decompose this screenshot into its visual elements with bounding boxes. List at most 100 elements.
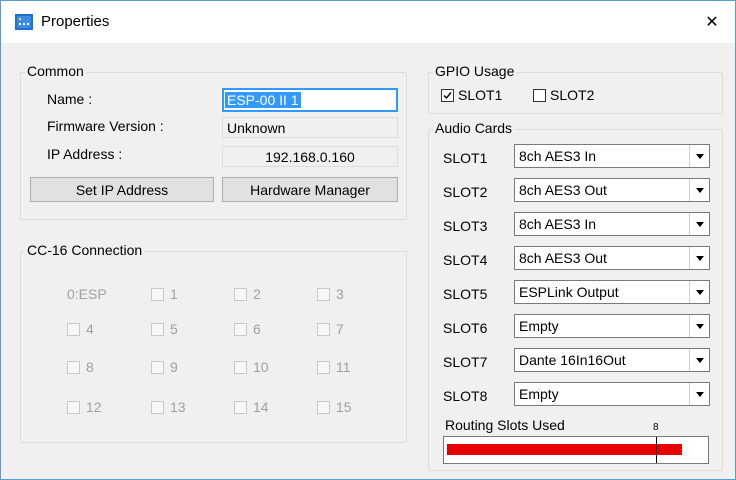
routing-slots-marker bbox=[656, 437, 657, 463]
cc16-checkbox-9[interactable]: 9 bbox=[151, 359, 178, 375]
routing-marker-label: 8 bbox=[653, 422, 659, 433]
slot4-select[interactable]: 8ch AES3 Out bbox=[514, 246, 710, 270]
gpio-slot2-checkbox[interactable]: SLOT2 bbox=[533, 87, 594, 103]
slot5-select[interactable]: ESPLink Output bbox=[514, 280, 710, 304]
firmware-label: Firmware Version : bbox=[47, 118, 164, 134]
checkbox-box bbox=[67, 400, 80, 414]
cc16-checkbox-15[interactable]: 15 bbox=[317, 399, 352, 415]
checkbox-box bbox=[67, 322, 80, 336]
chevron-down-icon[interactable] bbox=[689, 145, 709, 167]
checkbox-box bbox=[317, 400, 330, 414]
ip-value: 192.168.0.160 bbox=[265, 148, 355, 165]
name-input[interactable]: ESP-00 II 1 bbox=[222, 88, 398, 112]
cc16-checkbox-label: 2 bbox=[253, 286, 261, 302]
slot3-label: SLOT3 bbox=[443, 218, 488, 234]
firmware-field: Unknown bbox=[222, 117, 398, 138]
checkbox-box bbox=[234, 322, 247, 336]
cc16-checkbox-8[interactable]: 8 bbox=[67, 359, 94, 375]
slot5-value: ESPLink Output bbox=[519, 284, 619, 300]
checkbox-box bbox=[151, 287, 164, 301]
chevron-down-icon[interactable] bbox=[689, 179, 709, 201]
cc16-checkbox-11[interactable]: 11 bbox=[317, 359, 351, 375]
cc16-checkbox-label: 9 bbox=[170, 359, 178, 375]
chevron-down-icon[interactable] bbox=[689, 247, 709, 269]
slot7-select[interactable]: Dante 16In16Out bbox=[514, 348, 710, 372]
cc16-checkbox-10[interactable]: 10 bbox=[234, 359, 269, 375]
cc16-checkbox-label: 7 bbox=[336, 321, 344, 337]
routing-slots-bar bbox=[443, 436, 709, 464]
ip-label: IP Address : bbox=[47, 146, 123, 162]
cc16-checkbox-5[interactable]: 5 bbox=[151, 321, 178, 337]
window-title: Properties bbox=[41, 13, 110, 30]
cc16-checkbox-label: 12 bbox=[86, 399, 102, 415]
checkbox-box bbox=[317, 322, 330, 336]
cc16-checkbox-label: 4 bbox=[86, 321, 94, 337]
slot8-value: Empty bbox=[519, 386, 559, 402]
slot7-label: SLOT7 bbox=[443, 354, 488, 370]
cc16-checkbox-13[interactable]: 13 bbox=[151, 399, 186, 415]
slot2-label: SLOT2 bbox=[443, 184, 488, 200]
slot4-value: 8ch AES3 Out bbox=[519, 250, 607, 266]
cc16-checkbox-14[interactable]: 14 bbox=[234, 399, 269, 415]
cc16-checkbox-label: 14 bbox=[253, 399, 269, 415]
checkbox-box bbox=[67, 360, 80, 374]
slot2-value: 8ch AES3 Out bbox=[519, 182, 607, 198]
name-label: Name : bbox=[47, 91, 93, 107]
slot4-label: SLOT4 bbox=[443, 252, 488, 268]
slot2-select[interactable]: 8ch AES3 Out bbox=[514, 178, 710, 202]
close-button[interactable]: ✕ bbox=[689, 1, 735, 43]
chevron-down-icon[interactable] bbox=[689, 383, 709, 405]
slot6-label: SLOT6 bbox=[443, 320, 488, 336]
gpio-slot2-label: SLOT2 bbox=[550, 87, 595, 103]
routing-slots-label: Routing Slots Used bbox=[445, 417, 565, 433]
cc16-esp-label: 0:ESP bbox=[67, 286, 107, 302]
slot3-value: 8ch AES3 In bbox=[519, 216, 597, 232]
checkbox-box bbox=[151, 322, 164, 336]
properties-window: Properties ✕ Common Name : ESP-00 II 1 F… bbox=[0, 0, 736, 480]
cc16-checkbox-label: 6 bbox=[253, 321, 261, 337]
audio-cards-group-title: Audio Cards bbox=[433, 120, 515, 136]
cc16-group-title: CC-16 Connection bbox=[25, 242, 145, 258]
slot1-label: SLOT1 bbox=[443, 150, 488, 166]
gpio-slot1-checkbox[interactable]: SLOT1 bbox=[441, 87, 502, 103]
slot8-select[interactable]: Empty bbox=[514, 382, 710, 406]
checkbox-box bbox=[234, 360, 247, 374]
slot6-select[interactable]: Empty bbox=[514, 314, 710, 338]
cc16-checkbox-label: 15 bbox=[336, 399, 352, 415]
cc16-checkbox-label: 10 bbox=[253, 359, 269, 375]
chevron-down-icon[interactable] bbox=[689, 281, 709, 303]
cc16-checkbox-label: 13 bbox=[170, 399, 186, 415]
cc16-checkbox-label: 5 bbox=[170, 321, 178, 337]
cc16-checkbox-label: 8 bbox=[86, 359, 94, 375]
slot5-label: SLOT5 bbox=[443, 286, 488, 302]
checkbox-box bbox=[441, 88, 454, 102]
title-bar: Properties ✕ bbox=[1, 1, 735, 43]
hardware-manager-button[interactable]: Hardware Manager bbox=[222, 177, 398, 202]
cc16-checkbox-6[interactable]: 6 bbox=[234, 321, 261, 337]
app-icon bbox=[15, 14, 33, 30]
slot8-label: SLOT8 bbox=[443, 388, 488, 404]
cc16-checkbox-1[interactable]: 1 bbox=[151, 286, 178, 302]
slot1-select[interactable]: 8ch AES3 In bbox=[514, 144, 710, 168]
checkbox-box bbox=[317, 287, 330, 301]
set-ip-address-button[interactable]: Set IP Address bbox=[30, 177, 214, 202]
cc16-checkbox-label: 3 bbox=[336, 286, 344, 302]
cc16-checkbox-7[interactable]: 7 bbox=[317, 321, 344, 337]
chevron-down-icon[interactable] bbox=[689, 349, 709, 371]
checkbox-box bbox=[533, 88, 546, 102]
chevron-down-icon[interactable] bbox=[689, 213, 709, 235]
cc16-checkbox-12[interactable]: 12 bbox=[67, 399, 102, 415]
chevron-down-icon[interactable] bbox=[689, 315, 709, 337]
checkbox-box bbox=[151, 400, 164, 414]
gpio-slot1-label: SLOT1 bbox=[458, 87, 503, 103]
cc16-checkbox-label: 11 bbox=[336, 359, 351, 375]
slot3-select[interactable]: 8ch AES3 In bbox=[514, 212, 710, 236]
check-icon bbox=[443, 91, 452, 99]
cc16-checkbox-3[interactable]: 3 bbox=[317, 286, 344, 302]
name-input-value: ESP-00 II 1 bbox=[225, 92, 301, 108]
checkbox-box bbox=[234, 400, 247, 414]
cc16-checkbox-2[interactable]: 2 bbox=[234, 286, 261, 302]
cc16-checkbox-4[interactable]: 4 bbox=[67, 321, 94, 337]
set-ip-address-label: Set IP Address bbox=[75, 181, 169, 198]
checkbox-box bbox=[317, 360, 330, 374]
